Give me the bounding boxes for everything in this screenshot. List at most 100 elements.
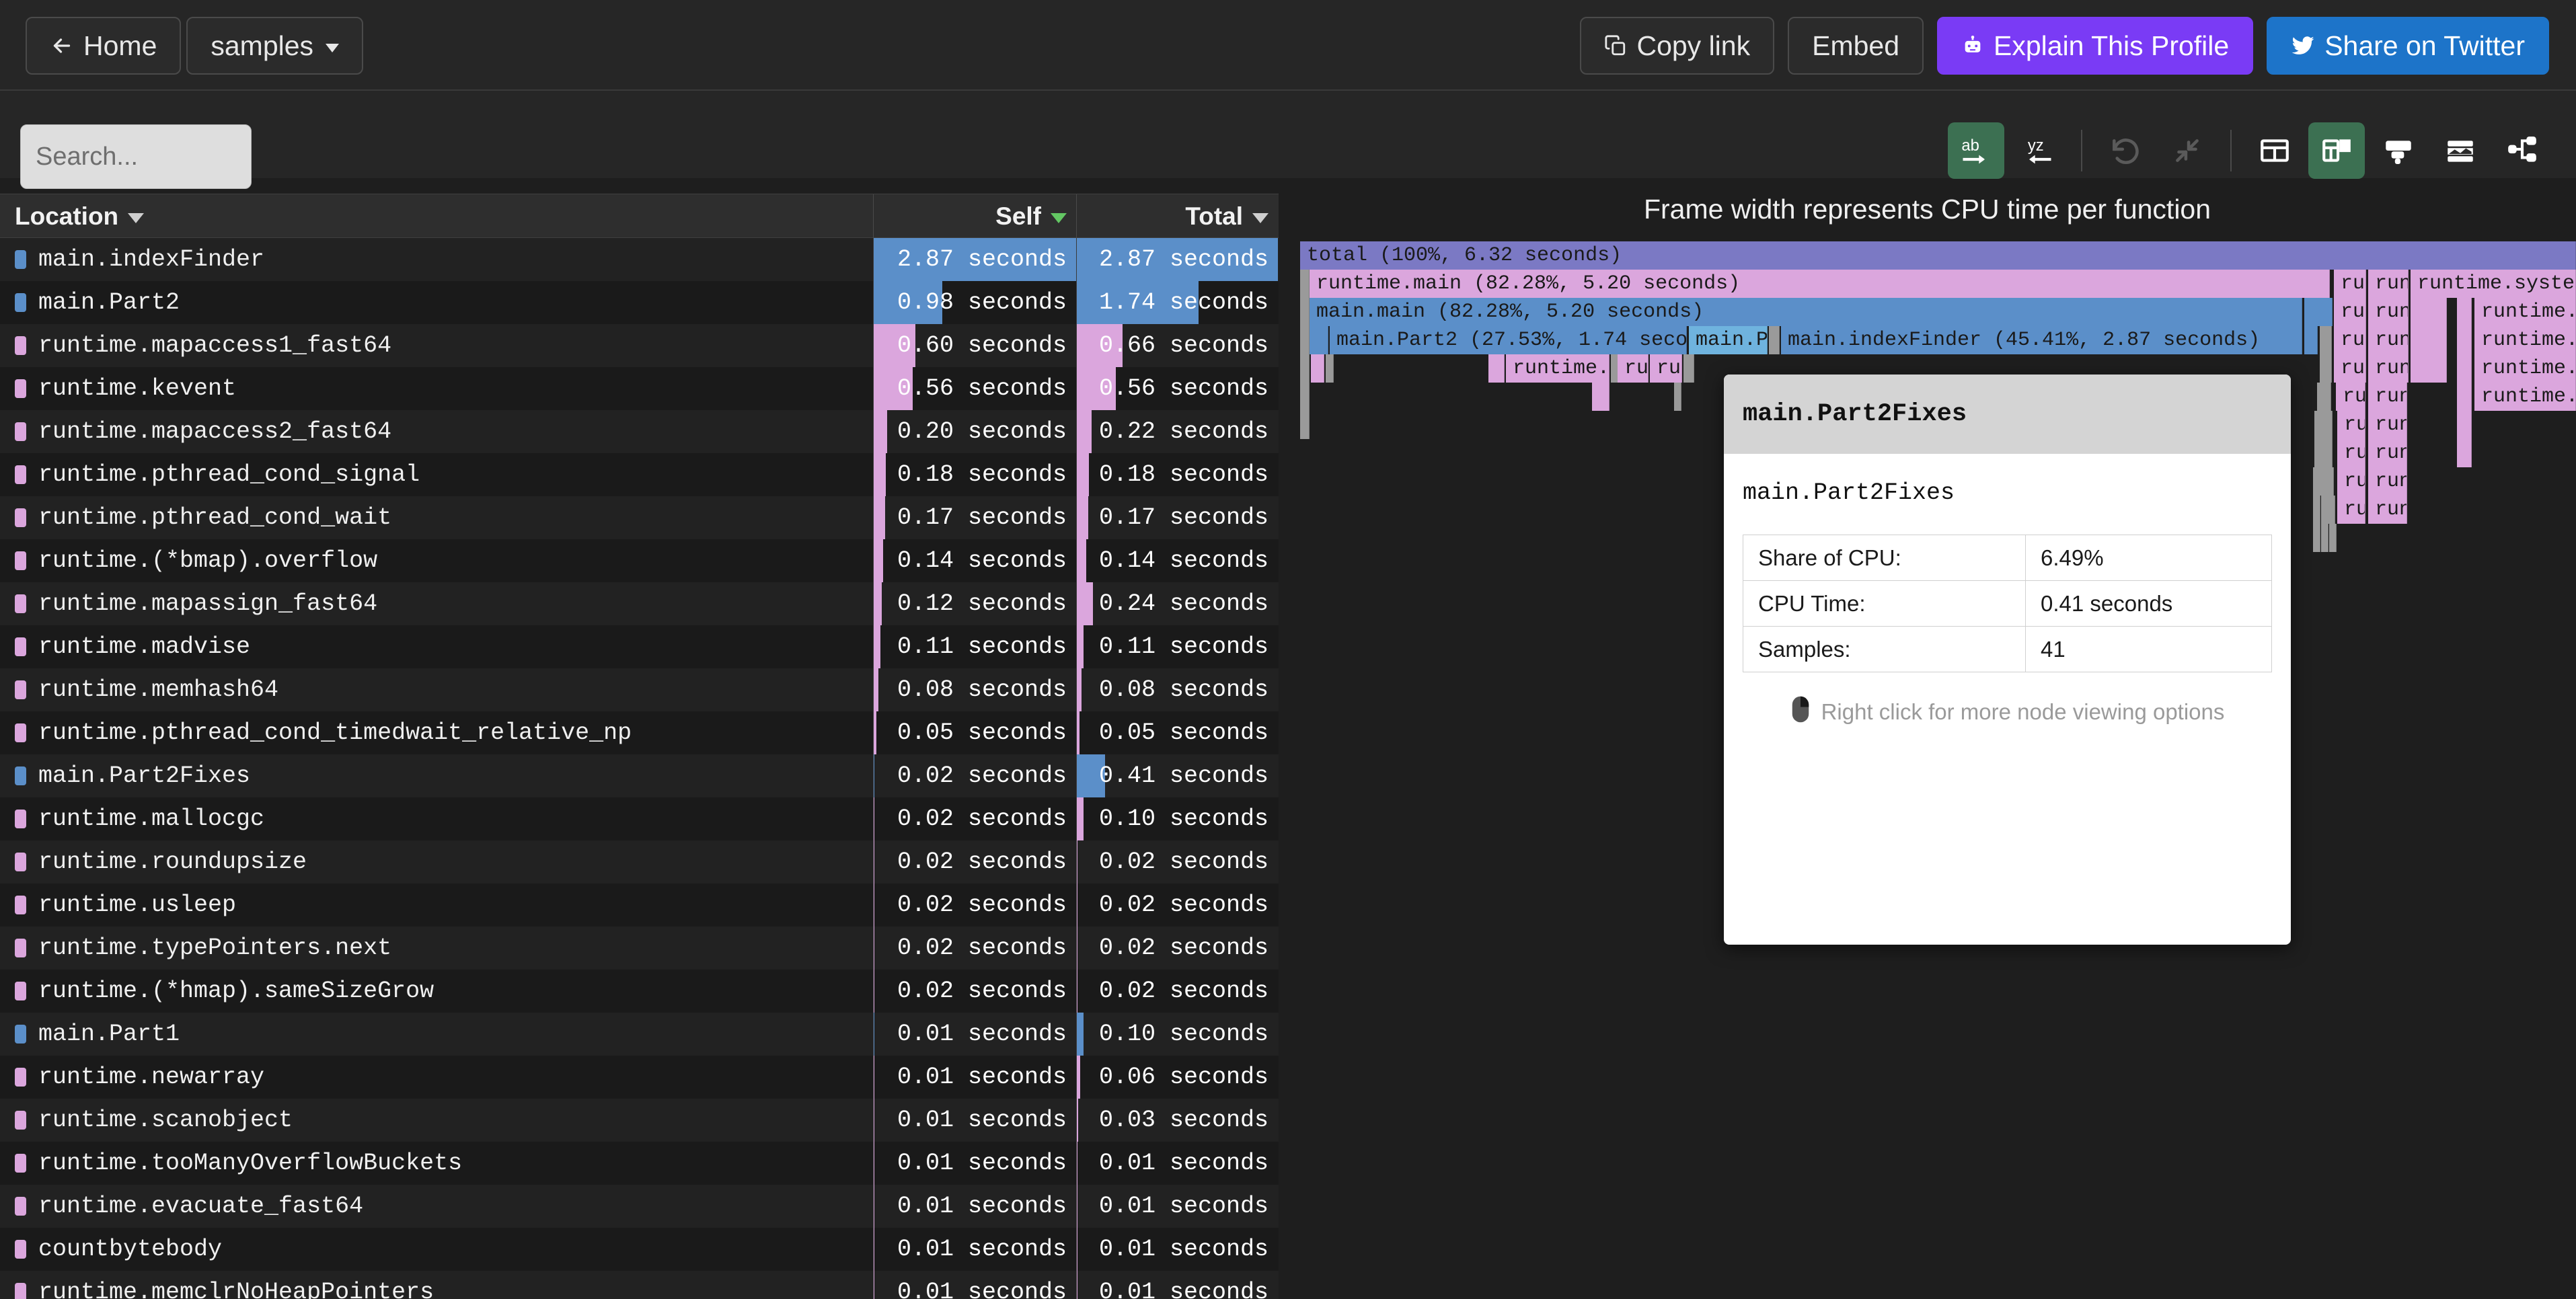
flamegraph-frame[interactable] <box>2326 467 2334 496</box>
flamegraph-frame[interactable]: total (100%, 6.32 seconds) <box>1300 241 2576 270</box>
flamegraph-frame[interactable] <box>2457 411 2472 439</box>
flamegraph-frame[interactable] <box>2411 298 2447 326</box>
collapse-icon[interactable] <box>2159 122 2215 179</box>
flamegraph-frame[interactable]: runt <box>2368 326 2409 354</box>
flamegraph-frame[interactable]: run <box>2337 411 2365 439</box>
flamegraph-frame[interactable]: runtime.sta <box>2474 326 2576 354</box>
flamegraph-frame[interactable]: run <box>2337 467 2365 496</box>
flamegraph-frame[interactable] <box>2320 354 2332 383</box>
icicle-view-icon[interactable] <box>2370 122 2427 179</box>
flamegraph-frame[interactable] <box>1769 326 1780 354</box>
table-row[interactable]: runtime.mapaccess2_fast64 0.20 seconds 0.2… <box>0 410 1279 453</box>
table-row[interactable]: runtime.mallocgc 0.02 seconds 0.10 seconds <box>0 797 1279 840</box>
column-header-location[interactable]: Location <box>15 194 145 239</box>
flamegraph-frame[interactable]: run <box>2334 298 2366 326</box>
flamegraph-frame[interactable] <box>2457 298 2472 326</box>
table-row[interactable]: runtime.madvise 0.11 seconds 0.11 seconds <box>0 625 1279 668</box>
undo-icon[interactable] <box>2097 122 2154 179</box>
sandwich-view-icon[interactable] <box>2432 122 2489 179</box>
home-button[interactable]: Home <box>26 17 182 75</box>
flamegraph-frame[interactable] <box>1300 326 1310 354</box>
embed-button[interactable]: Embed <box>1788 17 1924 75</box>
profile-table[interactable]: Location Self Total main.indexFinder 2.87… <box>0 194 1279 1299</box>
flamegraph-frame[interactable]: run <box>2337 439 2365 467</box>
flamegraph-frame[interactable] <box>2411 326 2447 354</box>
table-row[interactable]: runtime.(*bmap).overflow 0.14 seconds 0.14… <box>0 539 1279 582</box>
flamegraph-frame[interactable]: runt <box>2368 270 2409 298</box>
table-row[interactable]: main.indexFinder 2.87 seconds 2.87 seconds <box>0 238 1279 281</box>
flamegraph-frame[interactable]: run <box>2334 326 2366 354</box>
table-row[interactable]: runtime.mapaccess1_fast64 0.60 seconds 0.6… <box>0 324 1279 367</box>
table-row[interactable]: runtime.(*hmap).sameSizeGrow 0.02 seconds… <box>0 970 1279 1013</box>
flamegraph-frame[interactable]: runtime.main (82.28%, 5.20 seconds) <box>1310 270 2330 298</box>
flamegraph-frame[interactable] <box>1300 354 1310 383</box>
flamegraph-frame[interactable] <box>1683 354 1694 383</box>
flamegraph-frame[interactable]: runtime.kev <box>2474 383 2576 411</box>
table-view-icon[interactable] <box>2246 122 2303 179</box>
flamegraph-frame[interactable] <box>2328 496 2335 524</box>
call-tree-view-icon[interactable] <box>2494 122 2550 179</box>
flamegraph-frame[interactable] <box>1300 383 1310 411</box>
share-twitter-button[interactable]: Share on Twitter <box>2267 17 2549 75</box>
column-header-self[interactable]: Self <box>873 194 1076 239</box>
flamegraph-frame[interactable]: run <box>2337 496 2365 524</box>
flamegraph-frame[interactable]: main.main (82.28%, 5.20 seconds) <box>1310 298 2302 326</box>
flamegraph-frame[interactable] <box>1488 354 1505 383</box>
flamegraph-frame[interactable]: run <box>2368 439 2407 467</box>
table-row[interactable]: runtime.usleep 0.02 seconds 0.02 seconds <box>0 883 1279 927</box>
flamegraph-frame[interactable] <box>2325 439 2333 467</box>
table-row[interactable]: runtime.scanobject 0.01 seconds 0.03 secon… <box>0 1099 1279 1142</box>
profile-selector-button[interactable]: samples <box>186 17 364 75</box>
flamegraph-frame[interactable] <box>1311 354 1324 383</box>
flamegraph-frame[interactable] <box>2324 383 2331 411</box>
table-row[interactable]: runtime.typePointers.next 0.02 seconds 0.0… <box>0 927 1279 970</box>
flamegraph-frame[interactable]: runt <box>1650 354 1682 383</box>
sort-yz-reverse-icon[interactable]: yz <box>2010 122 2066 179</box>
table-row[interactable]: main.Part2 0.98 seconds 1.74 seconds <box>0 281 1279 324</box>
table-row[interactable]: runtime.roundupsize 0.02 seconds 0.02 seco… <box>0 840 1279 883</box>
search-input[interactable] <box>20 124 252 189</box>
flamegraph-frame[interactable] <box>2325 411 2333 439</box>
flamegraph-frame[interactable] <box>2457 354 2472 383</box>
sort-ab-forward-icon[interactable]: ab <box>1948 122 2004 179</box>
flamegraph-frame[interactable]: run <box>2334 270 2366 298</box>
table-row[interactable]: runtime.kevent 0.56 seconds 0.56 seconds <box>0 367 1279 410</box>
flamegraph-frame[interactable]: runtime.gcS <box>2474 298 2576 326</box>
table-row[interactable]: countbytebody 0.01 seconds 0.01 seconds <box>0 1228 1279 1271</box>
table-row[interactable]: runtime.evacuate_fast64 0.01 seconds 0.01 … <box>0 1185 1279 1228</box>
explain-profile-button[interactable]: Explain This Profile <box>1937 17 2254 75</box>
flamegraph-frame[interactable] <box>1300 298 1310 326</box>
flamegraph-frame[interactable]: run <box>2368 496 2407 524</box>
flamegraph-view-icon[interactable] <box>2308 122 2365 179</box>
flamegraph-frame[interactable]: runtime.systemstack <box>2411 270 2576 298</box>
flamegraph-frame[interactable]: run <box>2334 354 2366 383</box>
flamegraph-frame[interactable] <box>1592 383 1609 411</box>
flamegraph-frame[interactable] <box>2313 496 2320 524</box>
flamegraph-frame[interactable] <box>2304 326 2318 354</box>
flamegraph-frame[interactable]: run <box>2368 467 2407 496</box>
table-row[interactable]: runtime.pthread_cond_signal 0.18 seconds 0… <box>0 453 1279 496</box>
flamegraph-frame[interactable] <box>2457 383 2472 411</box>
flamegraph-frame[interactable] <box>2304 298 2333 326</box>
flamegraph-frame[interactable]: run <box>2368 383 2407 411</box>
flamegraph-frame[interactable] <box>2321 524 2328 552</box>
flamegraph-frame[interactable]: main.Par <box>1689 326 1768 354</box>
copy-link-button[interactable]: Copy link <box>1580 17 1775 75</box>
flamegraph-frame[interactable]: run <box>2336 383 2365 411</box>
flamegraph-frame[interactable] <box>2457 439 2472 467</box>
flamegraph-frame[interactable] <box>2329 524 2337 552</box>
flamegraph-frame[interactable]: runt <box>2368 354 2409 383</box>
flamegraph-frame[interactable] <box>1310 326 1328 354</box>
table-row[interactable]: runtime.memclrNoHeapPointers 0.01 seconds… <box>0 1271 1279 1299</box>
flamegraph-frame[interactable] <box>1300 270 1310 298</box>
flamegraph-frame[interactable] <box>2313 524 2320 552</box>
table-row[interactable]: runtime.memhash64 0.08 seconds 0.08 second… <box>0 668 1279 711</box>
flamegraph-frame[interactable]: runt <box>2368 298 2409 326</box>
flamegraph-frame[interactable]: run <box>1618 354 1649 383</box>
table-row[interactable]: main.Part2Fixes 0.02 seconds 0.41 seconds <box>0 754 1279 797</box>
flamegraph-frame[interactable]: runtime.net <box>2474 354 2576 383</box>
flamegraph-frame[interactable] <box>1300 411 1310 439</box>
flamegraph-frame[interactable] <box>1674 383 1681 411</box>
flamegraph-frame[interactable] <box>2457 326 2472 354</box>
table-row[interactable]: runtime.mapassign_fast64 0.12 seconds 0.24… <box>0 582 1279 625</box>
